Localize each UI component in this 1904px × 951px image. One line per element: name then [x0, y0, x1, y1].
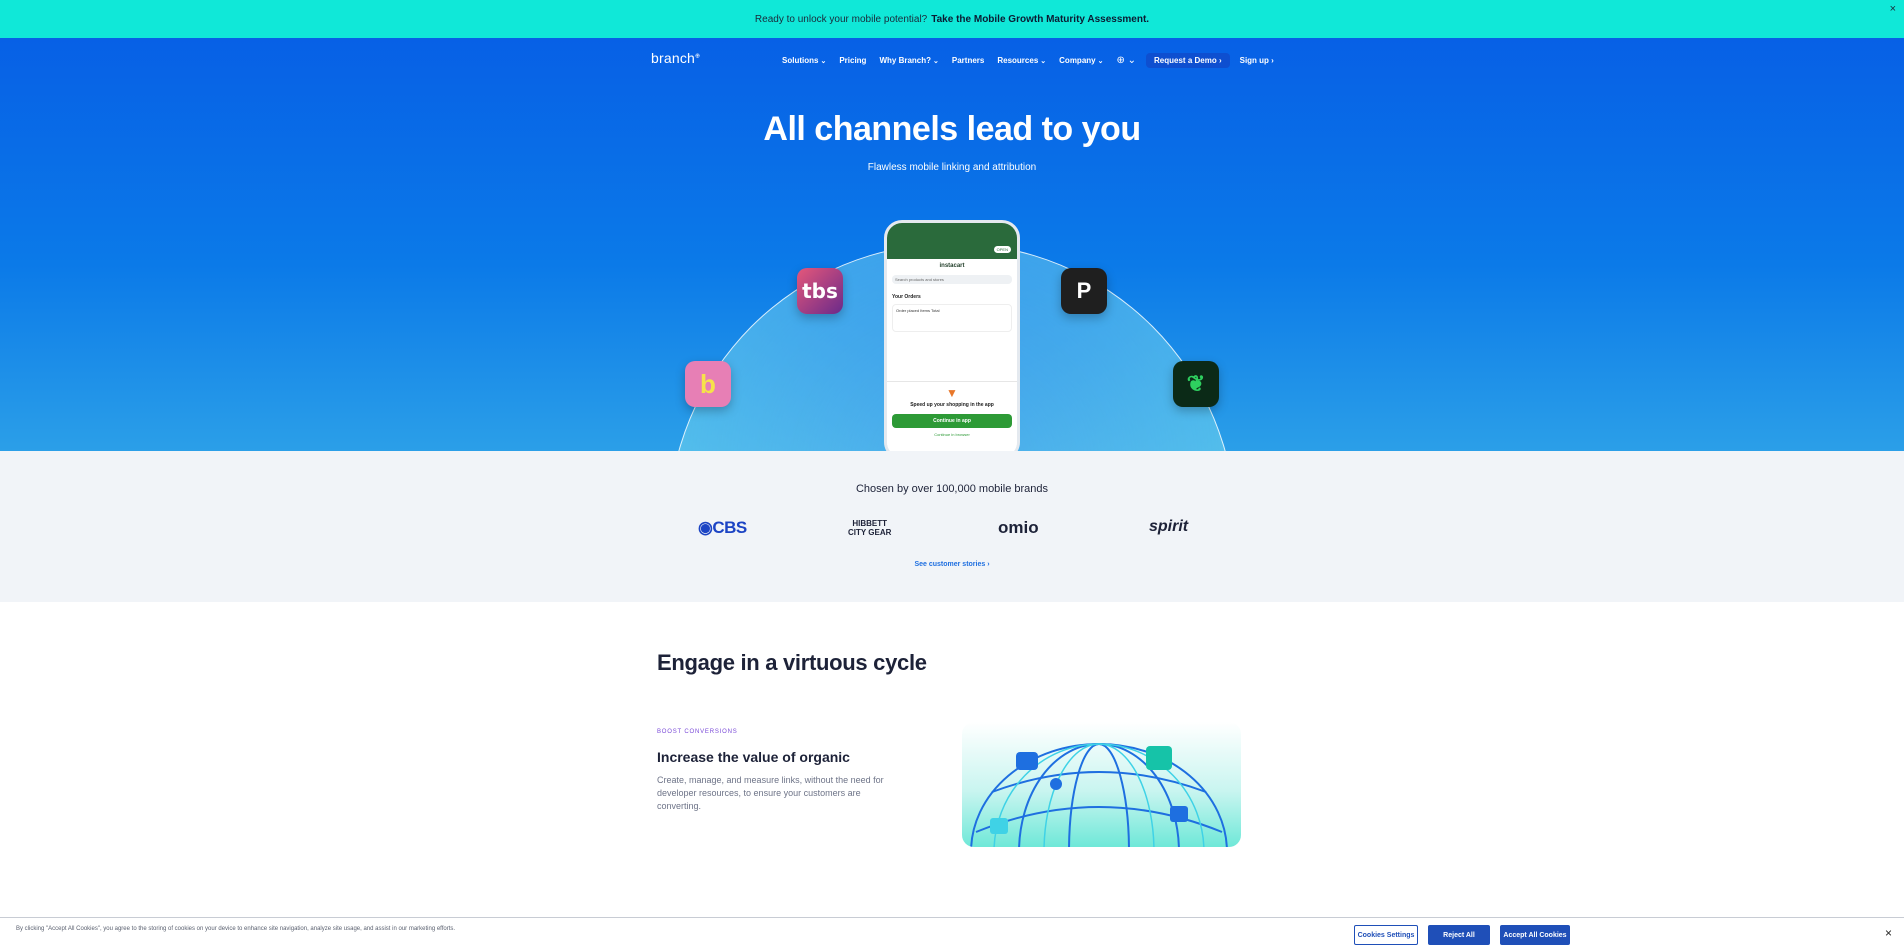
nav-label: Solutions: [782, 56, 819, 65]
phone-browser-link: Continue in browser: [934, 432, 970, 437]
carrot-icon: ▼: [946, 386, 958, 400]
hero-subtitle: Flawless mobile linking and attribution: [867, 162, 1037, 173]
announcement-close-button[interactable]: ×: [1890, 3, 1896, 15]
feature-body: Create, manage, and measure links, witho…: [657, 775, 884, 811]
signup-link[interactable]: Sign up ›: [1240, 56, 1274, 65]
nav-label: Pricing: [839, 56, 867, 65]
nav-item-pricing[interactable]: Pricing: [839, 56, 866, 65]
section-title: Engage in a virtuous cycle: [657, 650, 927, 675]
nav-menu: Solutions ⌄ Pricing Why Branch? ⌄ Partners…: [782, 53, 1274, 68]
phone-bottom-sheet: ▼ Speed up your shopping in the app Cont…: [887, 381, 1017, 451]
request-demo-button[interactable]: Request a Demo ›: [1146, 53, 1230, 68]
cookie-settings-button[interactable]: Cookies Settings: [1354, 925, 1418, 945]
nav-item-partners[interactable]: Partners: [952, 56, 984, 65]
chevron-down-icon: ⌄: [1097, 58, 1104, 65]
phone-sheet-message: Speed up your shopping in the app: [910, 402, 994, 408]
top-nav: branch⊕ Solutions ⌄ Pricing Why Branch? ⌄ …: [0, 50, 1904, 70]
nav-item-solutions[interactable]: Solutions ⌄: [782, 56, 826, 65]
nav-label: Resources: [997, 56, 1039, 65]
leaf-app-icon: ❦: [1173, 361, 1219, 407]
cookie-close-button[interactable]: ×: [1885, 926, 1892, 940]
phone-order-card: Order placed Items Total: [892, 304, 1012, 332]
spirit-logo: spirit: [1149, 518, 1189, 535]
nav-item-why-branch[interactable]: Why Branch? ⌄: [879, 56, 938, 65]
hero-title: All channels lead to you: [763, 110, 1141, 148]
brands-band: Chosen by over 100,000 mobile brands ◉CB…: [0, 451, 1904, 602]
nav-item-resources[interactable]: Resources ⌄: [997, 56, 1046, 65]
nav-label: Company: [1059, 56, 1096, 65]
phone-search: Search products and stores: [892, 275, 1012, 284]
brands-title: Chosen by over 100,000 mobile brands: [855, 483, 1048, 495]
phone-continue-button: Continue in app: [892, 414, 1012, 428]
phone-header: OPEN: [887, 223, 1017, 259]
omio-logo: omio: [998, 518, 1039, 537]
b-app-icon: b: [685, 361, 731, 407]
logo-text: branch: [651, 50, 696, 66]
phone-open-pill: OPEN: [993, 246, 1011, 253]
chevron-down-icon: ⌄: [820, 58, 827, 65]
tbs-app-icon: tbs: [797, 268, 843, 314]
hibbett-logo: HIBBETT CITY GEAR: [848, 519, 891, 537]
language-globe-icon[interactable]: ⊕ ⌄: [1116, 55, 1136, 66]
nav-label: Partners: [951, 56, 985, 65]
accept-all-button[interactable]: Accept All Cookies: [1500, 925, 1570, 945]
cookie-banner: By clicking "Accept All Cookies", you ag…: [0, 917, 1904, 951]
feature-title: Increase the value of organic: [657, 749, 850, 765]
reject-all-button[interactable]: Reject All: [1428, 925, 1490, 945]
announcement-text: Ready to unlock your mobile potential?: [754, 13, 928, 25]
logo-mark-icon: ⊕: [695, 53, 701, 60]
cbs-logo: ◉CBS: [698, 518, 747, 537]
p-app-icon: P: [1061, 268, 1107, 314]
announcement-bar: Ready to unlock your mobile potential? T…: [0, 0, 1904, 38]
globe-wireframe-graphic: [970, 743, 1228, 847]
hibbett-line1: HIBBETT: [852, 519, 888, 528]
phone-brand: instacart: [939, 263, 965, 269]
hero-section: branch⊕ Solutions ⌄ Pricing Why Branch? ⌄ …: [0, 38, 1904, 451]
branch-logo[interactable]: branch⊕: [651, 50, 700, 66]
feature-kicker: BOOST CONVERSIONS: [657, 729, 738, 735]
nav-item-company[interactable]: Company ⌄: [1059, 56, 1103, 65]
customer-stories-link[interactable]: See customer stories ›: [0, 561, 1904, 568]
phone-mockup: OPEN instacart Search products and store…: [884, 220, 1020, 451]
assessment-link[interactable]: Take the Mobile Growth Maturity Assessme…: [931, 14, 1149, 25]
globe-illustration: [962, 722, 1241, 847]
hibbett-line2: CITY GEAR: [848, 528, 892, 537]
nav-label: Why Branch?: [879, 56, 932, 65]
phone-orders-heading: Your Orders: [892, 294, 921, 300]
cookie-text: By clicking "Accept All Cookies", you ag…: [16, 926, 456, 932]
chevron-down-icon: ⌄: [1040, 58, 1047, 65]
chevron-down-icon: ⌄: [933, 58, 939, 65]
